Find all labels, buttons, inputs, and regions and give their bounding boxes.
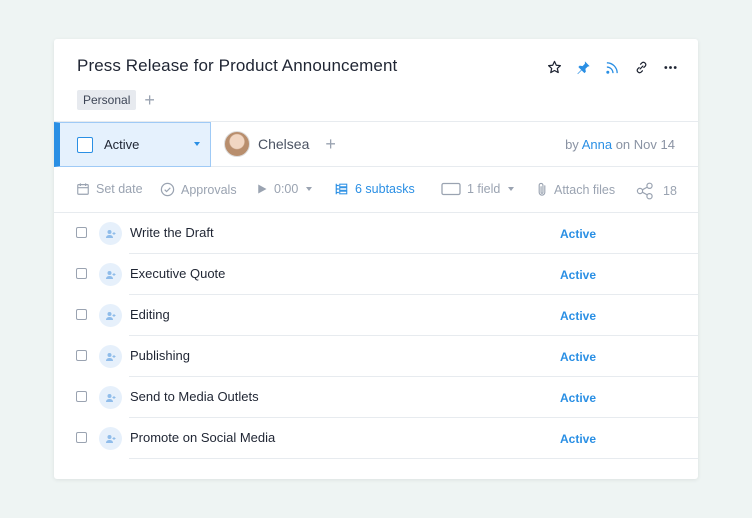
tag-row: Personal + bbox=[77, 90, 155, 110]
subtask-checkbox[interactable] bbox=[76, 391, 87, 402]
subtask-checkbox[interactable] bbox=[76, 350, 87, 361]
assignee-name: Chelsea bbox=[258, 136, 310, 152]
assignee[interactable]: Chelsea + bbox=[224, 131, 336, 157]
timer-value: 0:00 bbox=[274, 182, 299, 196]
on-prefix: on bbox=[615, 137, 631, 152]
subtask-row[interactable]: Executive Quote Active bbox=[54, 254, 698, 295]
row-divider bbox=[129, 458, 698, 459]
attach-files-button[interactable]: Attach files bbox=[536, 182, 615, 197]
task-title[interactable]: Press Release for Product Announcement bbox=[77, 56, 397, 76]
unassigned-user-icon[interactable] bbox=[99, 345, 122, 368]
custom-field-button[interactable]: 1 field bbox=[441, 182, 515, 196]
subtask-name[interactable]: Executive Quote bbox=[130, 266, 225, 281]
subtask-row[interactable]: Write the Draft Active bbox=[54, 213, 698, 254]
subtask-row[interactable]: Publishing Active bbox=[54, 336, 698, 377]
pin-icon[interactable] bbox=[575, 59, 591, 75]
subtask-row[interactable]: Send to Media Outlets Active bbox=[54, 377, 698, 418]
subtask-status[interactable]: Active bbox=[560, 227, 596, 241]
status-dropdown[interactable]: Active bbox=[54, 122, 211, 167]
by-prefix: by bbox=[565, 137, 579, 152]
unassigned-user-icon[interactable] bbox=[99, 263, 122, 286]
set-date-label: Set date bbox=[96, 182, 143, 196]
more-icon[interactable] bbox=[662, 59, 678, 75]
unassigned-user-icon[interactable] bbox=[99, 304, 122, 327]
field-count: 1 field bbox=[467, 182, 501, 196]
subtasks-icon bbox=[335, 183, 348, 195]
header-icons bbox=[546, 59, 678, 75]
rss-icon[interactable] bbox=[604, 59, 620, 75]
share-icon bbox=[636, 182, 653, 200]
subtask-status[interactable]: Active bbox=[560, 309, 596, 323]
unassigned-user-icon[interactable] bbox=[99, 222, 122, 245]
star-icon[interactable] bbox=[546, 59, 562, 75]
subtask-status[interactable]: Active bbox=[560, 268, 596, 282]
subtask-row[interactable]: Promote on Social Media Active bbox=[54, 418, 698, 459]
author-byline: by Anna on Nov 14 bbox=[565, 137, 675, 152]
chevron-down-icon bbox=[194, 142, 200, 146]
field-icon bbox=[441, 182, 461, 196]
add-assignee-icon[interactable]: + bbox=[325, 135, 336, 153]
subtask-name[interactable]: Promote on Social Media bbox=[130, 430, 275, 445]
paperclip-icon bbox=[538, 182, 546, 196]
subtask-checkbox[interactable] bbox=[76, 227, 87, 238]
link-icon[interactable] bbox=[633, 59, 649, 75]
status-label: Active bbox=[104, 137, 140, 152]
check-circle-icon bbox=[160, 182, 175, 197]
share-count: 18 bbox=[663, 184, 677, 198]
subtask-name[interactable]: Send to Media Outlets bbox=[130, 389, 259, 404]
status-bar: Active Chelsea + by Anna on Nov 14 bbox=[54, 121, 698, 167]
approvals-label: Approvals bbox=[181, 182, 237, 197]
subtask-status[interactable]: Active bbox=[560, 391, 596, 405]
calendar-icon bbox=[77, 183, 89, 195]
unassigned-user-icon[interactable] bbox=[99, 427, 122, 450]
attach-files-label: Attach files bbox=[554, 182, 616, 197]
subtask-status[interactable]: Active bbox=[560, 432, 596, 446]
approvals-button[interactable]: Approvals bbox=[160, 182, 237, 197]
field-chevron-icon bbox=[508, 187, 515, 191]
subtask-checkbox[interactable] bbox=[76, 432, 87, 443]
task-card: Press Release for Product Announcement P… bbox=[54, 39, 698, 479]
subtask-checkbox[interactable] bbox=[76, 268, 87, 279]
share-button[interactable]: 18 bbox=[636, 182, 677, 200]
subtasks-button[interactable]: 6 subtasks bbox=[334, 182, 415, 196]
unassigned-user-icon[interactable] bbox=[99, 386, 122, 409]
subtask-row[interactable]: Editing Active bbox=[54, 295, 698, 336]
timer-chevron-icon bbox=[306, 187, 313, 191]
subtask-checkbox[interactable] bbox=[76, 309, 87, 320]
avatar bbox=[224, 131, 250, 157]
set-date-button[interactable]: Set date bbox=[76, 182, 143, 196]
subtask-list: Write the Draft Active Executive Quote A… bbox=[54, 213, 698, 459]
play-icon bbox=[258, 184, 267, 194]
complete-checkbox[interactable] bbox=[77, 137, 93, 153]
timer-button[interactable]: 0:00 bbox=[256, 182, 313, 196]
subtask-name[interactable]: Write the Draft bbox=[130, 225, 214, 240]
subtask-name[interactable]: Editing bbox=[130, 307, 170, 322]
add-tag-icon[interactable]: + bbox=[144, 91, 155, 109]
created-date: Nov 14 bbox=[633, 137, 675, 152]
tag-personal[interactable]: Personal bbox=[77, 90, 137, 110]
subtask-name[interactable]: Publishing bbox=[130, 348, 190, 363]
task-toolbar: Set date Approvals 0:00 6 subtasks 1 fie… bbox=[54, 167, 698, 213]
author-name[interactable]: Anna bbox=[582, 137, 612, 152]
subtasks-count: 6 subtasks bbox=[355, 182, 415, 196]
subtask-status[interactable]: Active bbox=[560, 350, 596, 364]
